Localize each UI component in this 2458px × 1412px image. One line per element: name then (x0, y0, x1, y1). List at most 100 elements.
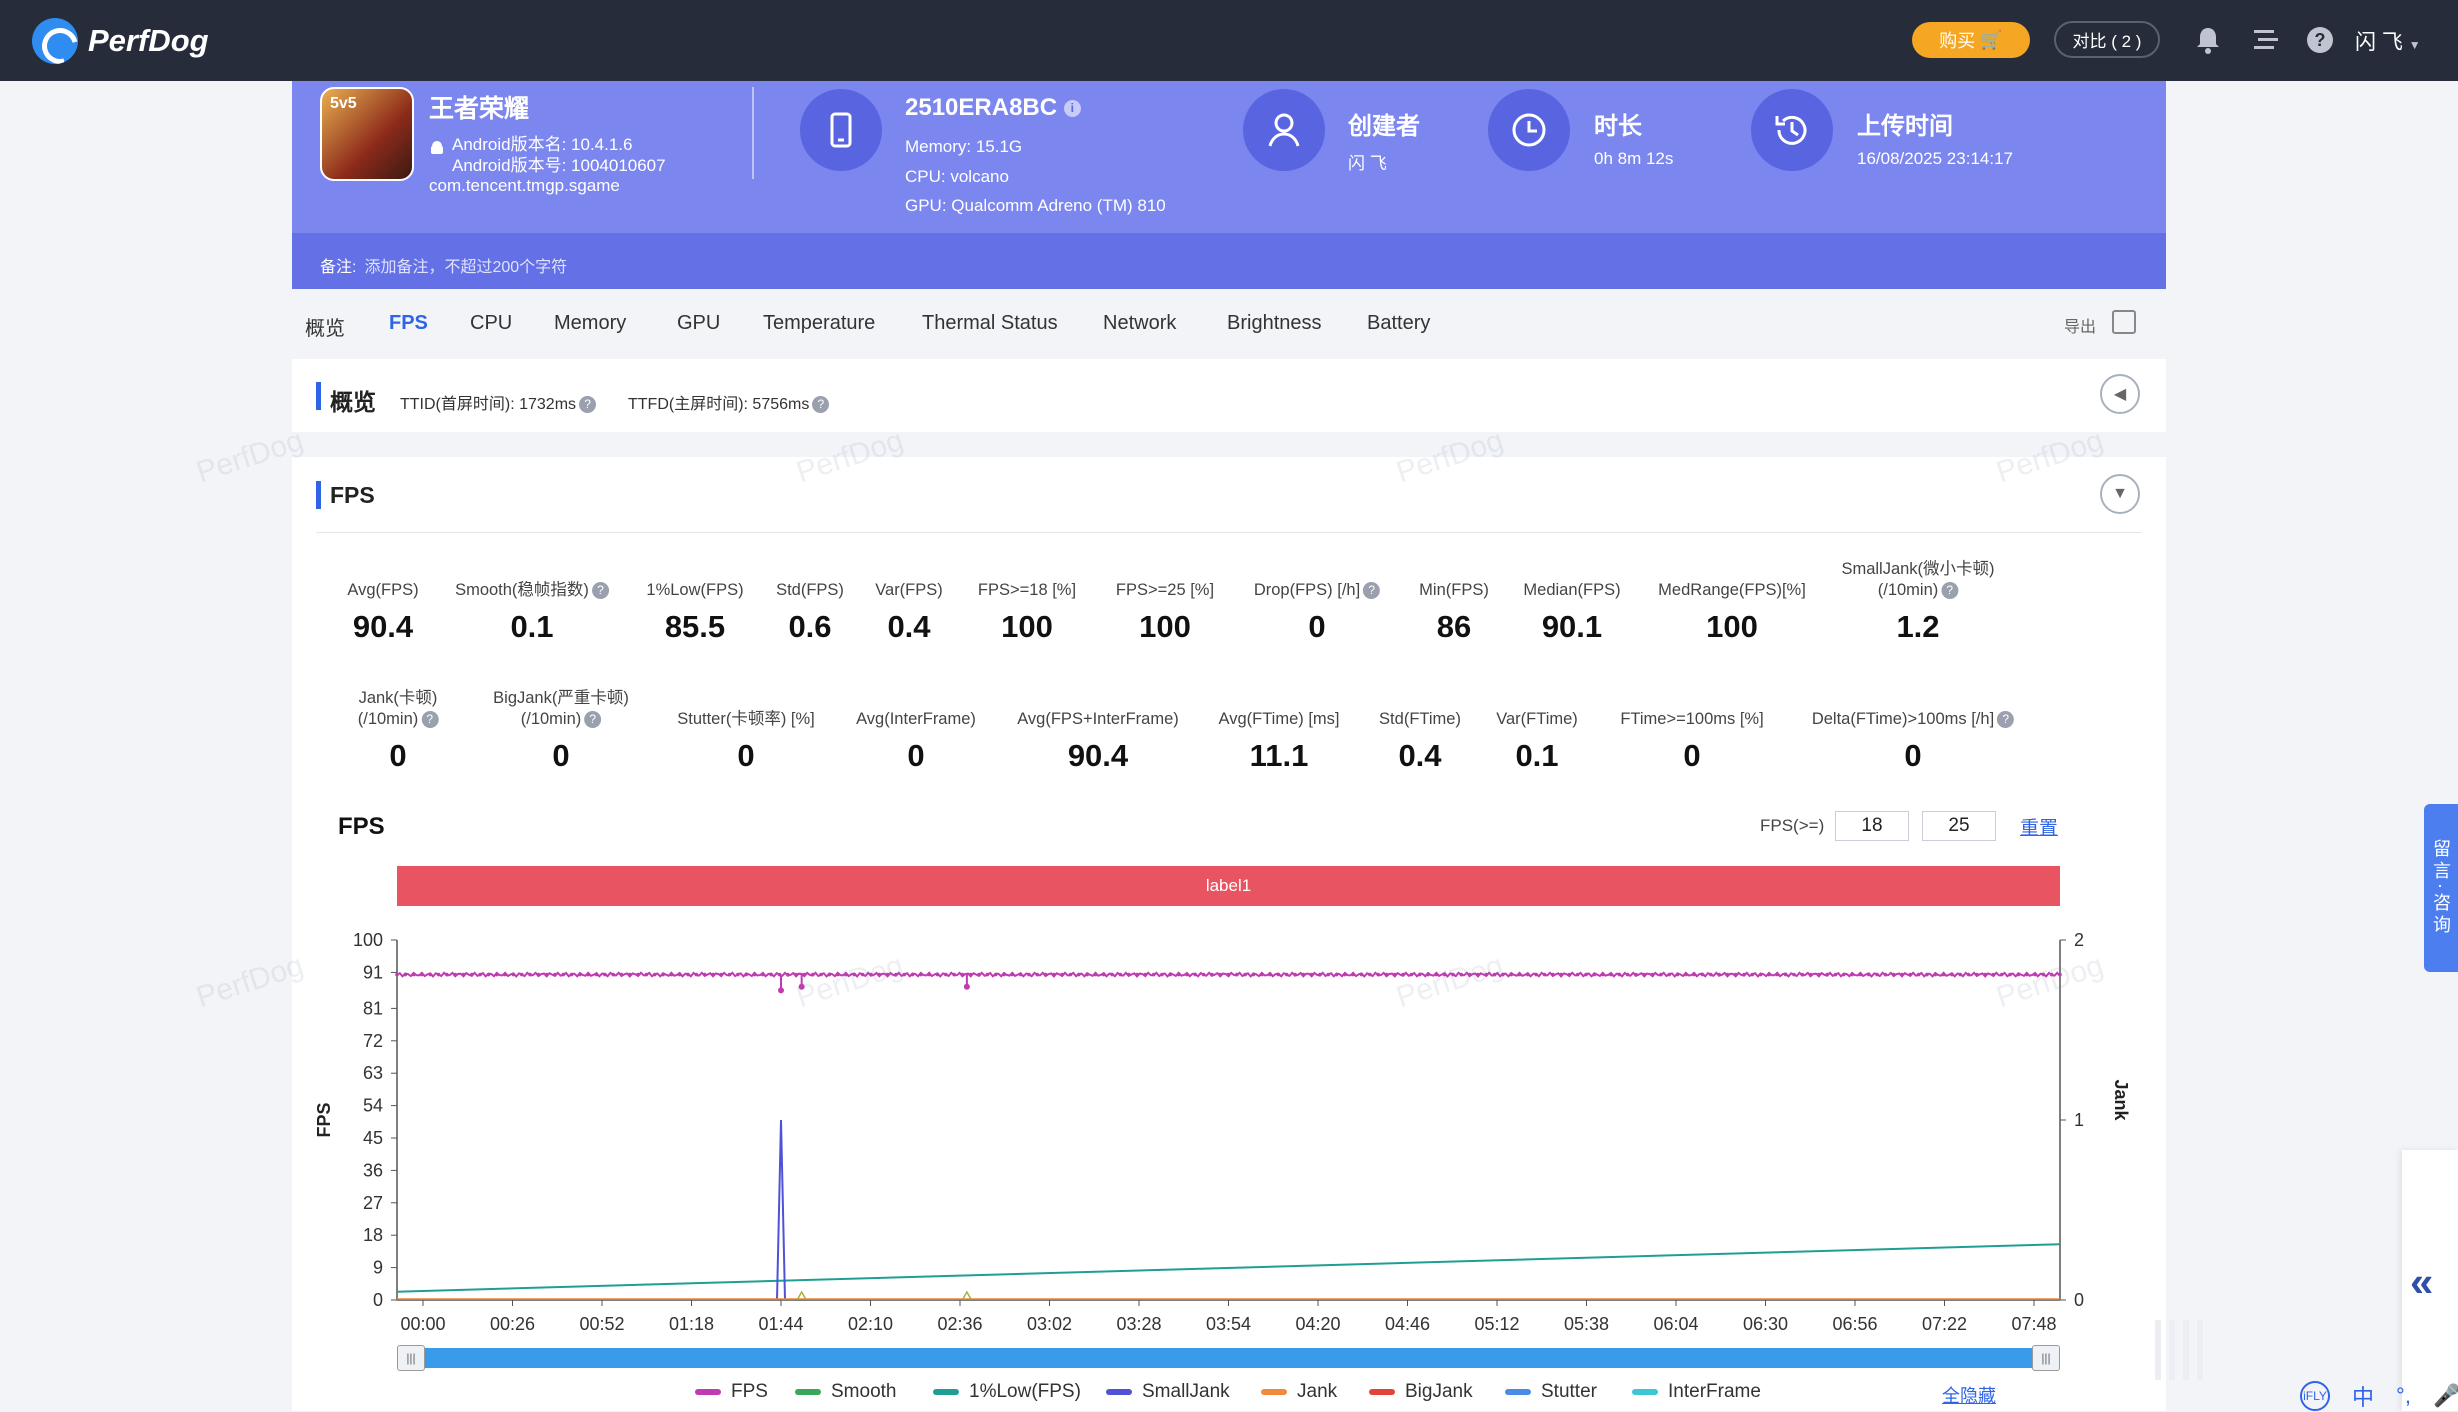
fps-dip-point (778, 987, 784, 994)
fps-point (1800, 972, 1805, 977)
hide-all-button[interactable]: 全隐藏 (1942, 1382, 1996, 1408)
ttid-text: TTID(首屏时间): 1732ms (400, 396, 577, 413)
tab-overview[interactable]: 概览 (305, 312, 345, 341)
buy-button[interactable]: 购买 🛒 (1912, 22, 2030, 58)
stat-label: Jank(卡顿) (358, 689, 438, 707)
fps-point (702, 972, 707, 977)
legend-item-1-low-fps-[interactable]: 1%Low(FPS) (933, 1381, 1081, 1403)
help-icon[interactable]: ? (421, 711, 439, 729)
fps-threshold-2-input[interactable]: 25 (1922, 811, 1996, 841)
help-icon[interactable]: ? (579, 396, 597, 414)
info-icon[interactable]: i (1063, 100, 1081, 118)
session-header-card: 5v5 王者荣耀 Android版本名: 10.4.1.6 Android版本号… (292, 81, 2166, 289)
fps-chart[interactable]: 100 91 81 72 63 54 45 36 27 18 9 0 2 1 0 00:00 00:26 00:5… (300, 920, 2140, 1340)
help-icon[interactable]: ? (584, 711, 602, 729)
fps-threshold-1-input[interactable]: 18 (1835, 811, 1909, 841)
ifly-icon[interactable]: iFLY (2300, 1381, 2330, 1411)
fps-point (1883, 972, 1888, 977)
fps-point (478, 972, 482, 977)
y-tick-label: 36 (363, 1160, 383, 1180)
ime-chinese-toggle[interactable]: 中 (2352, 1380, 2374, 1412)
menu-icon[interactable] (2248, 22, 2284, 58)
fps-point (1368, 972, 1372, 977)
collapse-down-button[interactable]: ▼ (2100, 474, 2140, 514)
legend-item-stutter[interactable]: Stutter (1505, 1381, 1597, 1403)
fps-point (395, 972, 399, 977)
tab-battery[interactable]: Battery (1367, 312, 1430, 335)
time-range-slider[interactable]: ||| ||| (397, 1345, 2060, 1371)
legend-item-jank[interactable]: Jank (1261, 1381, 1337, 1403)
legend-label: Smooth (831, 1381, 897, 1402)
ime-punctuation-icon[interactable]: °, (2396, 1383, 2411, 1409)
fps-point (2058, 972, 2062, 977)
fps-point (1584, 972, 1588, 977)
fps-point (1417, 972, 1422, 977)
legend-item-fps[interactable]: FPS (695, 1381, 768, 1403)
help-icon[interactable]: ? (1997, 711, 2015, 729)
fps-point (1975, 972, 1979, 977)
fps-point (761, 972, 765, 977)
help-icon[interactable]: ? (591, 582, 609, 600)
perfdog-logo[interactable]: PerfDog (32, 18, 209, 64)
fps-point (561, 972, 566, 977)
compare-button[interactable]: 对比 ( 2 ) (2054, 21, 2160, 58)
tab-brightness[interactable]: Brightness (1227, 312, 1322, 335)
help-icon[interactable]: ? (812, 396, 830, 414)
fps-point (1210, 972, 1214, 977)
tab-cpu[interactable]: CPU (470, 312, 512, 335)
y-tick-label: 18 (363, 1225, 383, 1245)
legend-item-interframe[interactable]: InterFrame (1632, 1381, 1761, 1403)
stat-label: SmallJank(微小卡顿) (1841, 560, 1995, 578)
tab-gpu[interactable]: GPU (677, 312, 720, 335)
tab-temperature[interactable]: Temperature (763, 312, 875, 335)
microphone-icon[interactable]: 🎤 (2433, 1383, 2458, 1409)
stat-label-unit: (/10min) (520, 710, 582, 728)
buy-label: 购买 (1939, 31, 1976, 51)
x-tick-label: 04:46 (1385, 1314, 1430, 1334)
stat-value: 0.6 (788, 609, 832, 644)
tab-fps[interactable]: FPS (389, 312, 428, 335)
x-tick-label: 02:10 (848, 1314, 893, 1334)
help-icon[interactable]: ? (2302, 22, 2338, 58)
consult-side-button[interactable]: 留言·咨询 (2424, 804, 2458, 972)
slider-handle-left[interactable]: ||| (397, 1345, 425, 1371)
help-icon[interactable]: ? (1941, 582, 1959, 600)
stat-label: FTime>=100ms [%] (1620, 710, 1764, 728)
fps-point (1534, 972, 1538, 977)
user-menu[interactable]: 闪 飞 ▼ (2355, 26, 2421, 56)
reset-button[interactable]: 重置 (2020, 813, 2058, 840)
fps-point (1684, 972, 1688, 977)
fps-point (1351, 972, 1356, 977)
fps-point (511, 972, 516, 977)
tab-network[interactable]: Network (1103, 312, 1176, 335)
tab-thermal-status[interactable]: Thermal Status (922, 312, 1058, 335)
fps-point (2049, 972, 2054, 977)
export-button[interactable]: 导出 (2064, 313, 2096, 337)
fps-point (1093, 972, 1098, 977)
tab-memory[interactable]: Memory (554, 312, 626, 335)
help-icon[interactable]: ? (1363, 582, 1381, 600)
fps-dip-point (798, 983, 805, 990)
x-tick-label: 07:22 (1922, 1314, 1967, 1334)
fps-point (494, 972, 499, 977)
export-icon[interactable] (2112, 310, 2136, 334)
label-bar[interactable]: label1 (397, 866, 2060, 906)
fps-point (1659, 972, 1663, 977)
collapse-left-button[interactable]: ◀ (2100, 374, 2140, 414)
legend-item-smooth[interactable]: Smooth (795, 1381, 896, 1403)
note-field[interactable]: 备注: 添加备注，不超过200个字符 (292, 233, 2166, 289)
fps-point (1650, 972, 1655, 977)
stat-min-fps: Min(FPS) 86 (1419, 580, 1489, 645)
ime-toolbar: iFLY 中 °, 🎤 (2300, 1380, 2458, 1412)
fps-point (885, 972, 890, 977)
fps-point (752, 972, 757, 977)
ttfd-metric: TTFD(主屏时间): 5756ms? (628, 390, 830, 414)
legend-item-smalljank[interactable]: SmallJank (1106, 1381, 1230, 1403)
bell-icon[interactable] (2190, 22, 2226, 58)
fps-point (1035, 972, 1040, 977)
legend-item-bigjank[interactable]: BigJank (1369, 1381, 1473, 1403)
slider-handle-right[interactable]: ||| (2032, 1345, 2060, 1371)
fps-point (1201, 972, 1206, 977)
double-chevron-left-icon[interactable]: « (2410, 1258, 2433, 1306)
fps-point (611, 972, 615, 977)
